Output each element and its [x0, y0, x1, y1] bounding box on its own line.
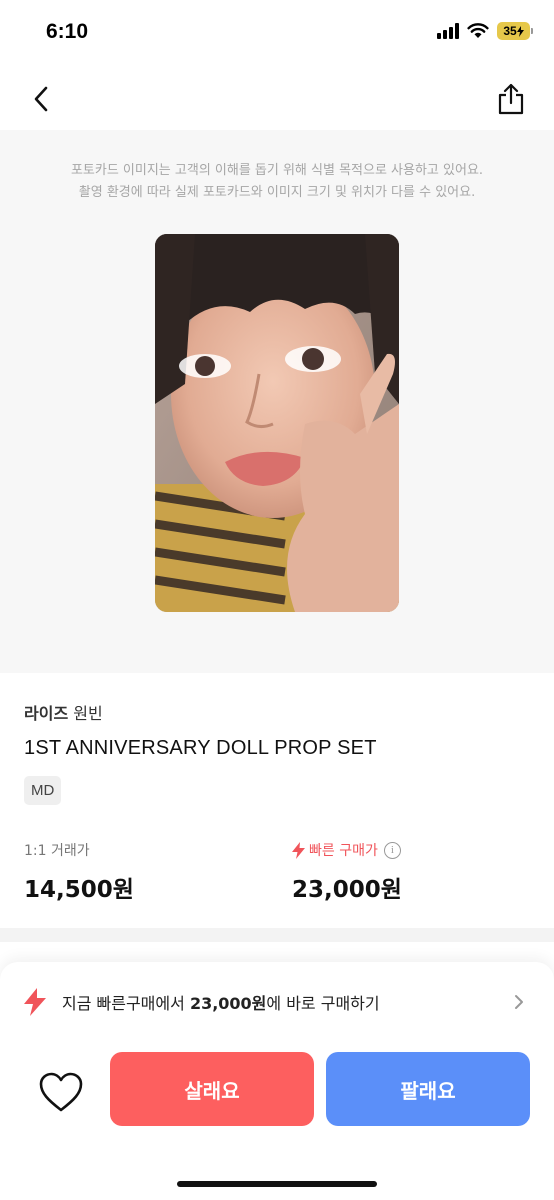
wishlist-button[interactable]: [36, 1067, 86, 1117]
artist-line: 라이즈 원빈: [24, 700, 530, 724]
battery-charging-icon: 35: [497, 22, 533, 40]
fast-price-value: 23,000원: [292, 877, 402, 903]
sell-button[interactable]: 팔래요: [326, 1052, 530, 1126]
quick-buy-amount: 23,000원: [189, 994, 267, 1013]
info-symbol: i: [390, 844, 394, 856]
disclaimer-line-2: 촬영 환경에 따라 실제 포토카드와 이미지 크기 및 위치가 다를 수 있어요…: [78, 185, 476, 200]
chevron-right-icon: [515, 995, 523, 1009]
lightning-icon: [24, 988, 46, 1016]
home-indicator: [177, 1181, 377, 1187]
image-disclaimer: 포토카드 이미지는 고객의 이해를 돕기 위해 식별 목적으로 사용하고 있어요…: [0, 160, 554, 204]
photocard-illustration: [155, 234, 399, 612]
wifi-icon: [467, 23, 489, 38]
quick-buy-banner[interactable]: 지금 빠른구매에서 23,000원에 바로 구매하기: [24, 982, 530, 1022]
quick-buy-prefix: 지금 빠른구매에서: [62, 994, 190, 1013]
section-divider: [0, 928, 554, 942]
disclaimer-line-1: 포토카드 이미지는 고객의 이해를 돕기 위해 식별 목적으로 사용하고 있어요…: [70, 163, 484, 178]
product-info: 라이즈 원빈 1ST ANNIVERSARY DOLL PROP SET MD: [24, 700, 530, 805]
category-tag: MD: [24, 776, 62, 805]
share-button[interactable]: [494, 82, 528, 116]
fast-price-block: 빠른 구매가 i 23,000원: [292, 840, 402, 904]
fast-price-label-row: 빠른 구매가 i: [292, 840, 402, 860]
battery-level: 35: [503, 24, 517, 38]
chevron-left-icon: [34, 86, 48, 112]
photocard-image[interactable]: [155, 234, 399, 612]
heart-icon: [39, 1072, 83, 1112]
product-title: 1ST ANNIVERSARY DOLL PROP SET: [24, 737, 377, 759]
trade-price-value: 14,500원: [24, 877, 134, 903]
share-icon: [498, 83, 524, 115]
signal-icon: [437, 23, 459, 39]
bolt-icon: [516, 25, 524, 37]
trade-price-label: 1:1 거래가: [24, 843, 90, 859]
nav-bar: [0, 70, 554, 130]
status-time: 6:10: [46, 20, 89, 43]
lightning-icon: [292, 841, 305, 859]
group-name: 라이즈: [24, 704, 69, 723]
info-icon[interactable]: i: [383, 841, 401, 859]
fast-price-label: 빠른 구매가: [309, 843, 378, 859]
status-icons: 35: [437, 22, 533, 40]
back-button[interactable]: [24, 82, 58, 116]
status-bar: 6:10 35: [0, 0, 554, 70]
member-name: 원빈: [73, 704, 103, 723]
bottom-action-sheet: 지금 빠른구매에서 23,000원에 바로 구매하기 살래요 팔래요: [0, 962, 554, 1200]
quick-buy-text: 지금 빠른구매에서 23,000원에 바로 구매하기: [62, 990, 380, 1014]
quick-buy-suffix: 에 바로 구매하기: [266, 994, 380, 1013]
trade-price-block: 1:1 거래가 14,500원: [24, 840, 134, 904]
buy-button[interactable]: 살래요: [110, 1052, 314, 1126]
